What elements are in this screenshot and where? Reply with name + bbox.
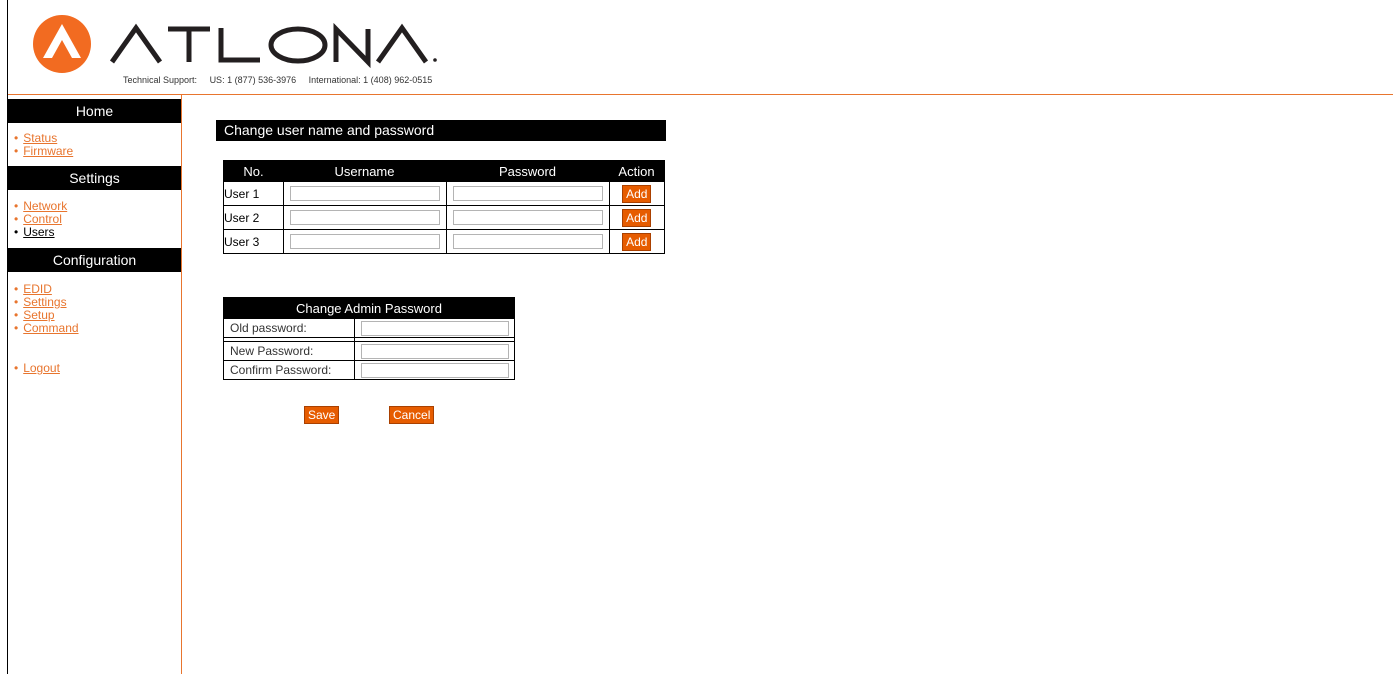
sidebar-item-users: Users	[14, 226, 67, 239]
logout-link[interactable]: Logout	[23, 361, 60, 375]
sidebar: Home Status Firmware Settings Network Co…	[8, 95, 181, 674]
password-cell	[445, 205, 610, 230]
user1-password-input[interactable]	[452, 186, 603, 202]
command-link[interactable]: Command	[23, 321, 78, 335]
sidebar-item-firmware: Firmware	[14, 145, 73, 158]
status-link[interactable]: Status	[23, 131, 57, 145]
new-password-cell	[354, 341, 515, 361]
old-password-input[interactable]	[360, 320, 509, 336]
sidebar-heading-settings: Settings	[8, 166, 181, 190]
config-settings-link[interactable]: Settings	[23, 295, 66, 309]
table-row: Confirm Password:	[223, 360, 515, 380]
table-row: New Password:	[223, 341, 515, 361]
action-cell: Add	[608, 205, 665, 230]
support-intl-phone: International: 1 (408) 962-0515	[308, 75, 433, 85]
user2-username-input[interactable]	[289, 210, 440, 226]
sidebar-list-configuration: EDID Settings Setup Command	[14, 282, 78, 335]
user3-username-input[interactable]	[289, 234, 440, 250]
confirm-password-label: Confirm Password:	[223, 360, 355, 380]
user1-username-input[interactable]	[289, 186, 440, 202]
firmware-link[interactable]: Firmware	[23, 144, 73, 158]
sidebar-list-home: Status Firmware	[14, 132, 73, 158]
support-line: Technical Support: US: 1 (877) 536-3976 …	[123, 75, 442, 85]
cancel-button[interactable]: Cancel	[389, 406, 435, 424]
column-header-action: Action	[609, 160, 665, 182]
table-row: User 3 Add	[223, 229, 665, 254]
action-cell: Add	[608, 181, 665, 206]
table-row: Old password:	[223, 318, 515, 338]
user-row-label: User 2	[223, 205, 284, 230]
save-button[interactable]: Save	[304, 406, 340, 424]
password-cell	[445, 181, 610, 206]
admin-password-table: Change Admin Password Old password: New …	[223, 297, 515, 380]
table-row: User 1 Add	[223, 181, 665, 206]
username-cell	[282, 205, 447, 230]
users-section-title: Change user name and password	[216, 120, 666, 141]
admin-table-header: Change Admin Password	[223, 297, 515, 319]
user3-password-input[interactable]	[452, 234, 603, 250]
table-row: User 2 Add	[223, 205, 665, 230]
password-cell	[445, 229, 610, 254]
username-cell	[282, 229, 447, 254]
user3-add-button[interactable]: Add	[622, 232, 652, 251]
atlona-logo	[32, 14, 442, 79]
user-row-label: User 3	[223, 229, 284, 254]
users-link[interactable]: Users	[23, 225, 54, 239]
network-link[interactable]: Network	[23, 199, 67, 213]
new-password-input[interactable]	[360, 343, 509, 359]
user2-add-button[interactable]: Add	[622, 208, 652, 227]
edid-link[interactable]: EDID	[23, 282, 52, 296]
sidebar-item-command: Command	[14, 321, 78, 335]
sidebar-list-settings: Network Control Users	[14, 200, 67, 239]
username-cell	[282, 181, 447, 206]
old-password-cell	[354, 318, 515, 338]
sidebar-heading-home: Home	[8, 99, 181, 123]
sidebar-list-logout: Logout	[14, 362, 60, 375]
confirm-password-input[interactable]	[360, 362, 509, 378]
users-table-header: No. Username Password Action	[223, 160, 665, 182]
column-header-password: Password	[446, 160, 609, 182]
sidebar-divider	[181, 95, 182, 674]
sidebar-item-logout: Logout	[14, 362, 60, 375]
sidebar-heading-configuration: Configuration	[8, 248, 181, 272]
support-us-phone: US: 1 (877) 536-3976	[209, 75, 297, 85]
user1-add-button[interactable]: Add	[622, 184, 652, 203]
column-header-username: Username	[283, 160, 446, 182]
users-table: No. Username Password Action User 1 Add …	[223, 160, 665, 254]
confirm-password-cell	[354, 360, 515, 380]
column-header-no: No.	[223, 160, 283, 182]
header-divider	[8, 94, 1393, 95]
old-password-label: Old password:	[223, 318, 355, 338]
header: Technical Support: US: 1 (877) 536-3976 …	[8, 0, 1393, 94]
support-label: Technical Support:	[123, 75, 198, 85]
user-row-label: User 1	[223, 181, 284, 206]
user2-password-input[interactable]	[452, 210, 603, 226]
admin-section-title: Change Admin Password	[223, 297, 515, 319]
control-link[interactable]: Control	[23, 212, 62, 226]
setup-link[interactable]: Setup	[23, 308, 54, 322]
new-password-label: New Password:	[223, 341, 355, 361]
action-cell: Add	[608, 229, 665, 254]
